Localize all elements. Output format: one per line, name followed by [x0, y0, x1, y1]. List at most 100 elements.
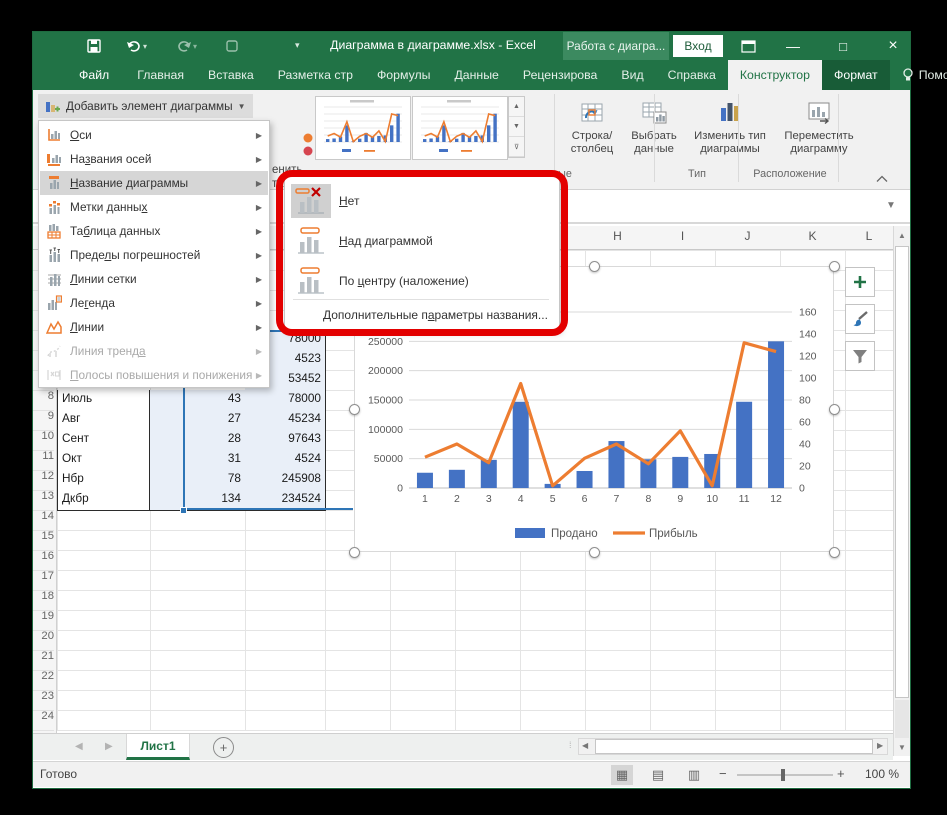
hscroll-right-icon[interactable]: ▶ [877, 741, 883, 750]
column-header-I[interactable]: I [650, 229, 715, 243]
chart-resize-handle[interactable] [349, 547, 360, 558]
cell-a9[interactable]: Авг [57, 410, 150, 431]
chart-style-thumbnail-1[interactable] [315, 96, 411, 160]
add-sheet-icon[interactable]: + [213, 737, 234, 758]
zoom-slider-track[interactable] [737, 774, 833, 776]
zoom-in-icon[interactable]: + [837, 766, 845, 781]
ribbon-tab-data[interactable]: Данные [442, 60, 510, 90]
column-header-K[interactable]: K [780, 229, 845, 243]
ribbon-tab-review[interactable]: Рецензирова [511, 60, 609, 90]
row-header-20[interactable]: 20 [33, 630, 54, 651]
zoom-slider-knob[interactable] [781, 769, 785, 781]
redo-icon[interactable] [175, 37, 193, 55]
row-header-17[interactable]: 17 [33, 570, 54, 591]
cell-c10[interactable]: 97643 [245, 430, 326, 451]
zoom-level-label[interactable]: 100 % [851, 767, 899, 781]
row-header-19[interactable]: 19 [33, 610, 54, 631]
gallery-up-icon[interactable]: ▲ [509, 97, 524, 117]
page-break-view-icon[interactable]: ▥ [683, 765, 705, 785]
ribbon-tab-home[interactable]: Главная [125, 60, 196, 90]
row-header-18[interactable]: 18 [33, 590, 54, 611]
row-header-24[interactable]: 24 [33, 710, 54, 731]
cell-c12[interactable]: 245908 [245, 470, 326, 491]
undo-icon[interactable] [125, 37, 143, 55]
touch-mode-icon[interactable] [223, 37, 241, 55]
cell-a10[interactable]: Сент [57, 430, 150, 451]
vscroll-up-icon[interactable]: ▲ [895, 227, 909, 243]
add-chart-element-button[interactable]: Добавить элемент диаграммы▼ [38, 94, 253, 118]
ribbon-tab-formulas[interactable]: Формулы [365, 60, 443, 90]
cell-c9[interactable]: 45234 [245, 410, 326, 431]
cell-c8[interactable]: 78000 [245, 390, 326, 411]
ribbon-tab-design[interactable]: Конструктор [728, 60, 822, 90]
minimize-button[interactable]: — [776, 32, 810, 60]
sign-in-button[interactable]: Вход [673, 35, 723, 57]
maximize-button[interactable]: □ [826, 32, 860, 60]
ribbon-display-options-icon[interactable] [731, 32, 765, 60]
ribbon-tab-file[interactable]: Файл [63, 60, 125, 90]
ribbon-tab-page-layout[interactable]: Разметка стр [266, 60, 365, 90]
undo-dropdown-icon[interactable]: ▾ [143, 42, 147, 51]
horizontal-scrollbar[interactable]: ◀ ▶ [578, 738, 888, 755]
redo-dropdown-icon[interactable]: ▾ [193, 42, 197, 51]
submenu-item-centered-overlay[interactable]: По центру (наложение) [287, 261, 557, 301]
row-header-22[interactable]: 22 [33, 670, 54, 691]
sheet-tab-list1[interactable]: Лист1 [126, 734, 190, 760]
cell-b11[interactable]: 31 [150, 450, 246, 471]
collapse-ribbon-icon[interactable] [876, 170, 888, 188]
chart-resize-handle[interactable] [589, 261, 600, 272]
tabbar-splitter[interactable]: ⁞ [569, 740, 572, 750]
row-header-14[interactable]: 14 [33, 510, 54, 531]
cell-b9[interactable]: 27 [150, 410, 246, 431]
column-header-L[interactable]: L [845, 229, 893, 243]
vertical-scrollbar[interactable]: ▲ ▼ [893, 226, 910, 756]
cell-c11[interactable]: 4524 [245, 450, 326, 471]
menu-item-more-title-options[interactable]: Дополнительные параметры названия... [287, 303, 557, 327]
chart-resize-handle[interactable] [589, 547, 600, 558]
row-header-23[interactable]: 23 [33, 690, 54, 711]
ribbon-tab-format[interactable]: Формат [822, 60, 890, 90]
menu-item-gridlines[interactable]: Линии сетки▶ [40, 267, 268, 291]
menu-item-chart-title[interactable]: Название диаграммы▶ [40, 171, 268, 195]
menu-item-axis-titles[interactable]: Названия осей▶ [40, 147, 268, 171]
zoom-out-icon[interactable]: − [719, 766, 727, 781]
row-header-12[interactable]: 12 [33, 470, 54, 491]
row-header-16[interactable]: 16 [33, 550, 54, 571]
hscroll-thumb[interactable] [595, 739, 873, 754]
row-header-15[interactable]: 15 [33, 530, 54, 551]
menu-item-data-labels[interactable]: Метки данных▶ [40, 195, 268, 219]
chart-filters-button[interactable] [845, 341, 875, 371]
row-header-21[interactable]: 21 [33, 650, 54, 671]
ribbon-tab-insert[interactable]: Вставка [196, 60, 266, 90]
menu-item-legend[interactable]: Легенда▶ [40, 291, 268, 315]
cell-a13[interactable]: Дкбр [57, 490, 150, 511]
chart-elements-button[interactable] [845, 267, 875, 297]
row-header-8[interactable]: 8 [33, 390, 54, 411]
vscroll-thumb[interactable] [895, 246, 909, 698]
cell-b12[interactable]: 78 [150, 470, 246, 491]
gallery-more-icon[interactable]: ⊽ [509, 137, 524, 157]
hscroll-left-icon[interactable]: ◀ [582, 741, 588, 750]
cell-a8[interactable]: Июль [57, 390, 150, 411]
cell-a12[interactable]: Нбр [57, 470, 150, 491]
row-header-11[interactable]: 11 [33, 450, 54, 471]
cell-b8[interactable]: 43 [150, 390, 246, 411]
gallery-scrollbar[interactable]: ▲ ▼ ⊽ [508, 96, 525, 158]
vscroll-down-icon[interactable]: ▼ [895, 739, 909, 755]
chart-resize-handle[interactable] [349, 404, 360, 415]
submenu-item-above-chart[interactable]: Над диаграммой [287, 221, 557, 261]
row-header-10[interactable]: 10 [33, 430, 54, 451]
row-header-9[interactable]: 9 [33, 410, 54, 431]
page-layout-view-icon[interactable]: ▤ [647, 765, 669, 785]
chart-styles-button[interactable] [845, 304, 875, 334]
cell-c13[interactable]: 234524 [245, 490, 326, 511]
row-header-13[interactable]: 13 [33, 490, 54, 511]
submenu-item-none[interactable]: Нет [287, 181, 557, 221]
chart-resize-handle[interactable] [829, 547, 840, 558]
sheet-nav-left-icon[interactable]: ◀ [75, 741, 83, 752]
ribbon-tab-help[interactable]: Справка [656, 60, 728, 90]
column-header-H[interactable]: H [585, 229, 650, 243]
menu-item-lines[interactable]: Линии▶ [40, 315, 268, 339]
ribbon-tab-assistant[interactable]: Помощн [890, 60, 947, 90]
chart-resize-handle[interactable] [829, 404, 840, 415]
